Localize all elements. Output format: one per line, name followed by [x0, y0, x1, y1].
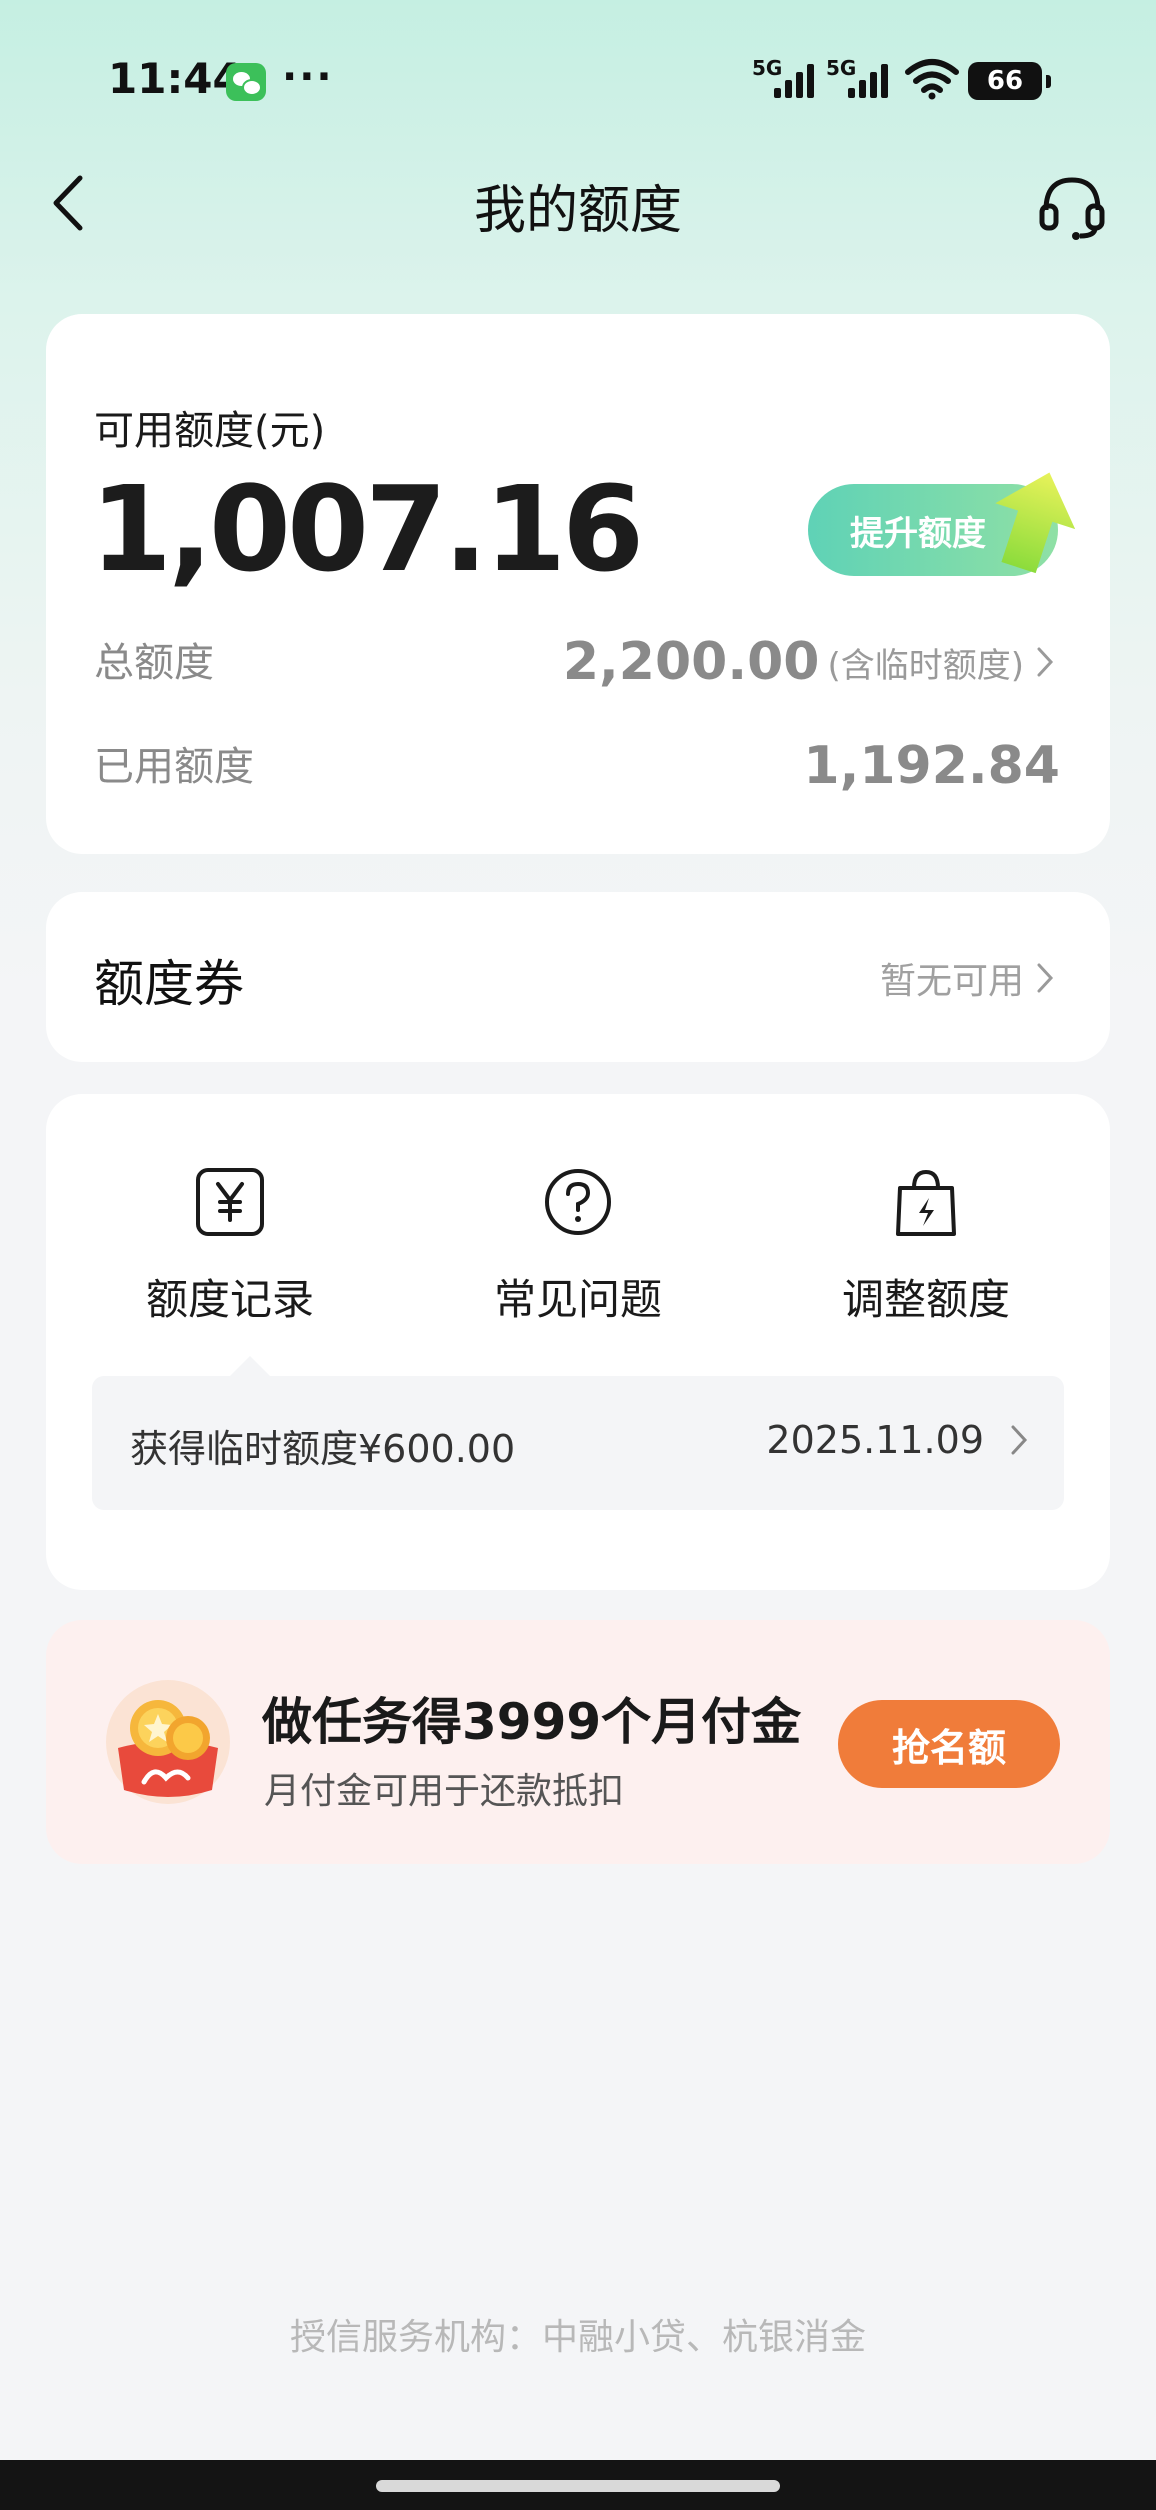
notice-pointer [230, 1356, 270, 1376]
status-bar: 11:44 ··· 5G 5G 66 [0, 0, 1156, 160]
raise-limit-label: 提升额度 [850, 514, 986, 553]
available-limit-amount: 1,007.16 [90, 460, 644, 598]
tool-label: 调整额度 [841, 1275, 1010, 1324]
chevron-right-icon [1011, 1425, 1028, 1455]
more-dots-icon: ··· [282, 54, 334, 100]
headset-icon [1039, 177, 1105, 240]
signal-icon: 5G [752, 56, 816, 100]
promo-subtitle: 月付金可用于还款抵扣 [264, 1771, 625, 1812]
total-limit-note: (含临时额度) [827, 645, 1024, 686]
up-arrow-icon [995, 472, 1076, 574]
limit-coupon-card[interactable]: 额度券 暂无可用 [46, 892, 1110, 1062]
battery-level: 66 [986, 66, 1024, 96]
battery-icon: 66 [968, 62, 1051, 100]
coupon-title: 额度券 [94, 955, 244, 1013]
used-limit-label: 已用额度 [94, 744, 254, 790]
promo-title: 做任务得3999个月付金 [262, 1693, 802, 1751]
chevron-right-icon [1037, 963, 1054, 993]
wifi-icon [905, 59, 959, 100]
coupon-status-text: 暂无可用 [879, 961, 1024, 1002]
coupon-status: 暂无可用 [880, 952, 1054, 1004]
wechat-icon [226, 63, 266, 101]
tool-label: 常见问题 [493, 1275, 662, 1324]
status-time: 11:44 [108, 54, 242, 103]
page-title: 我的额度 [473, 181, 682, 241]
chevron-right-icon [1037, 647, 1054, 677]
credit-limit-card: 可用额度(元) 1,007.16 提升额度 总额度 2,200.00 (含临时额… [46, 314, 1110, 854]
total-limit-row[interactable]: 2,200.00 (含临时额度) [563, 632, 1054, 692]
notice-text: 获得临时额度¥600.00 [130, 1427, 516, 1471]
tool-limit-records[interactable]: 额度记录 [100, 1160, 360, 1330]
tool-adjust-limit[interactable]: 调整额度 [796, 1160, 1056, 1330]
coin-envelope-icon [106, 1680, 230, 1804]
question-icon [545, 1169, 611, 1235]
notice-date-row: 2025.11.09 [766, 1418, 1028, 1462]
tools-card: 额度记录 常见问题 调整额度 获得临时额度¥600.00 2025.11.09 [46, 1094, 1110, 1590]
signal-icon-2: 5G [826, 56, 890, 100]
total-limit-value: 2,200.00 [562, 632, 820, 692]
used-limit-value: 1,192.84 [803, 736, 1060, 796]
grab-quota-label: 抢名额 [891, 1727, 1006, 1770]
total-limit-label: 总额度 [94, 640, 214, 686]
tool-faq[interactable]: 常见问题 [448, 1160, 708, 1330]
yen-icon [196, 1168, 264, 1236]
available-limit-label: 可用额度(元) [94, 408, 326, 454]
credit-institutions-footer: 授信服务机构：中融小贷、杭银消金 [289, 2317, 866, 2358]
notice-date: 2025.11.09 [766, 1418, 984, 1462]
lightning-bag-icon [896, 1169, 956, 1236]
tool-label: 额度记录 [145, 1275, 314, 1324]
promo-banner[interactable]: 做任务得3999个月付金 月付金可用于还款抵扣 抢名额 [46, 1620, 1110, 1864]
limit-record-notice[interactable]: 获得临时额度¥600.00 2025.11.09 [92, 1376, 1064, 1510]
home-indicator[interactable] [376, 2480, 780, 2492]
grab-quota-button[interactable]: 抢名额 [838, 1700, 1060, 1788]
customer-service-button[interactable] [1036, 170, 1108, 242]
